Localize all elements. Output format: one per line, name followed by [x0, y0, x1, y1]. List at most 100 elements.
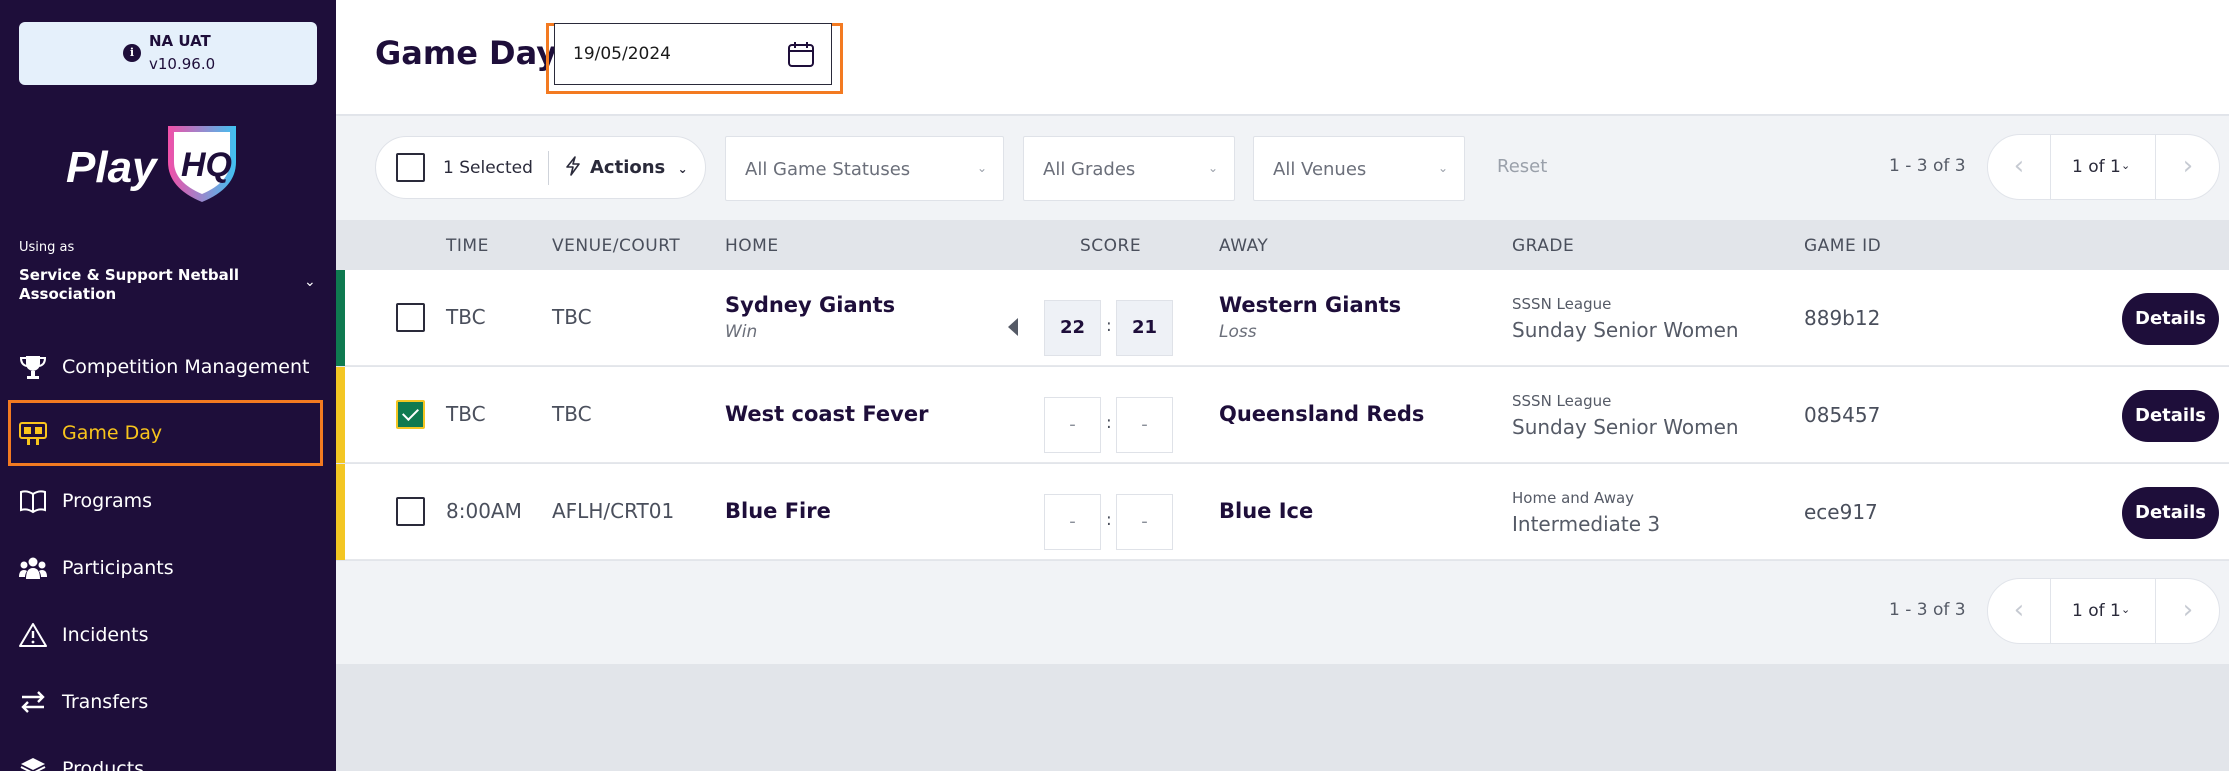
row-checkbox-checked[interactable]	[396, 400, 425, 429]
chevron-right-icon[interactable]: ›	[2157, 135, 2219, 199]
column-header: SCORE	[1080, 236, 1142, 256]
chevron-down-icon[interactable]: ⌄	[304, 274, 316, 290]
actions-button[interactable]: Actions ⌄	[564, 156, 688, 178]
chevron-down-icon: ⌄	[2121, 603, 2131, 616]
trophy-icon	[19, 356, 47, 379]
grade-league: SSSN League	[1512, 295, 1612, 313]
pagination-top: ‹ 1 of 1 ⌄ ›	[1987, 134, 2220, 200]
main-content: Game Day 19/05/2024 1 Selected Actions ⌄	[336, 0, 2229, 771]
venue-cell: TBC	[552, 402, 592, 426]
nav-label: Incidents	[62, 624, 149, 646]
time-cell: TBC	[446, 305, 486, 329]
page-header: Game Day 19/05/2024	[336, 0, 2229, 115]
date-value: 19/05/2024	[573, 44, 671, 64]
chevron-down-icon: ⌄	[677, 162, 688, 176]
actions-label: Actions	[590, 157, 666, 178]
nav-item-programs[interactable]: Programs	[8, 468, 323, 534]
nav-item-game-day[interactable]: Game Day	[8, 400, 323, 466]
nav-label: Transfers	[62, 691, 149, 713]
bulk-select-group: 1 Selected Actions ⌄	[375, 136, 706, 199]
venue-cell: AFLH/CRT01	[552, 499, 675, 523]
filter-toolbar: 1 Selected Actions ⌄ All Game Statuses ⌄…	[336, 116, 2229, 220]
dropdown-label: All Venues	[1273, 159, 1367, 180]
home-team: Blue Fire	[725, 499, 831, 523]
page-label: 1 of 1	[2072, 601, 2121, 621]
nav-label: Products	[62, 758, 145, 771]
select-all-checkbox[interactable]	[396, 153, 425, 182]
scoreboard-icon	[19, 422, 47, 445]
dropdown-label: All Grades	[1043, 159, 1136, 180]
column-header: GRADE	[1512, 236, 1575, 256]
score-separator: :	[1106, 510, 1112, 530]
table-row[interactable]: TBC TBC West coast Fever - : - Queenslan…	[336, 367, 2229, 463]
lightning-icon	[566, 156, 580, 176]
info-icon: i	[123, 44, 141, 62]
chevron-down-icon: ⌄	[976, 161, 987, 175]
grade-league: SSSN League	[1512, 392, 1612, 410]
time-cell: 8:00AM	[446, 499, 522, 523]
chevron-left-icon[interactable]: ‹	[1988, 579, 2050, 643]
game-status-filter[interactable]: All Game Statuses ⌄	[725, 136, 1004, 201]
away-team: Blue Ice	[1219, 499, 1314, 523]
dropdown-label: All Game Statuses	[745, 159, 911, 180]
home-team: Sydney Giants	[725, 293, 896, 317]
time-cell: TBC	[446, 402, 486, 426]
home-score: -	[1044, 397, 1101, 453]
result-range: 1 - 3 of 3	[1889, 600, 1966, 620]
details-button[interactable]: Details	[2122, 390, 2219, 442]
warning-icon	[19, 623, 47, 647]
svg-text:Play: Play	[66, 143, 159, 192]
transfer-icon	[21, 691, 45, 713]
page-select[interactable]: 1 of 1 ⌄	[2050, 135, 2156, 199]
status-indicator	[336, 464, 345, 560]
table-row[interactable]: TBC TBC Sydney Giants Win 22 : 21 Wester…	[336, 270, 2229, 366]
result-range: 1 - 3 of 3	[1889, 156, 1966, 176]
game-id: 085457	[1804, 403, 1881, 427]
details-button[interactable]: Details	[2122, 293, 2219, 345]
details-button[interactable]: Details	[2122, 487, 2219, 539]
nav-item-participants[interactable]: Participants	[8, 535, 323, 601]
away-score: 21	[1116, 300, 1173, 356]
divider	[548, 151, 549, 185]
row-checkbox[interactable]	[396, 303, 425, 332]
environment-badge: i NA UAT v10.96.0	[19, 22, 317, 85]
organisation-selector[interactable]: Service & Support Netball Association	[19, 266, 259, 304]
column-header: AWAY	[1219, 236, 1269, 256]
nav-label: Game Day	[62, 422, 163, 444]
chevron-down-icon: ⌄	[1437, 161, 1448, 175]
away-team: Queensland Reds	[1219, 402, 1425, 426]
sidebar: i NA UAT v10.96.0 HQ Play Using as Servi…	[0, 0, 336, 771]
table-row[interactable]: 8:00AM AFLH/CRT01 Blue Fire - : - Blue I…	[336, 464, 2229, 560]
chevron-right-icon[interactable]: ›	[2157, 579, 2219, 643]
grade-league: Home and Away	[1512, 489, 1635, 507]
playhq-logo[interactable]: HQ Play	[64, 118, 244, 204]
date-picker-input[interactable]: 19/05/2024	[554, 23, 832, 85]
calendar-icon[interactable]	[787, 40, 815, 68]
nav-label: Participants	[62, 557, 174, 579]
nav-item-transfers[interactable]: Transfers	[8, 669, 323, 735]
status-indicator	[336, 367, 345, 463]
chevron-down-icon: ⌄	[1207, 161, 1218, 175]
chevron-left-icon[interactable]: ‹	[1988, 135, 2050, 199]
home-team: West coast Fever	[725, 402, 929, 426]
column-header: VENUE/COURT	[552, 236, 681, 256]
game-id: 889b12	[1804, 306, 1881, 330]
reset-button[interactable]: Reset	[1497, 156, 1547, 177]
page-title: Game Day	[375, 34, 558, 72]
away-team: Western Giants	[1219, 293, 1402, 317]
column-header: HOME	[725, 236, 779, 256]
nav-item-competition-management[interactable]: Competition Management	[8, 334, 323, 400]
page-select[interactable]: 1 of 1 ⌄	[2050, 579, 2156, 643]
away-score: -	[1116, 494, 1173, 550]
empty-area	[336, 664, 2229, 771]
grade-filter[interactable]: All Grades ⌄	[1023, 136, 1235, 201]
nav-item-incidents[interactable]: Incidents	[8, 602, 323, 668]
nav-label: Competition Management	[62, 356, 310, 378]
row-checkbox[interactable]	[396, 497, 425, 526]
venue-cell: TBC	[552, 305, 592, 329]
score-separator: :	[1106, 413, 1112, 433]
venue-filter[interactable]: All Venues ⌄	[1253, 136, 1465, 201]
box-icon	[20, 758, 46, 771]
home-result: Win	[725, 322, 758, 342]
nav-item-products[interactable]: Products	[8, 736, 323, 771]
